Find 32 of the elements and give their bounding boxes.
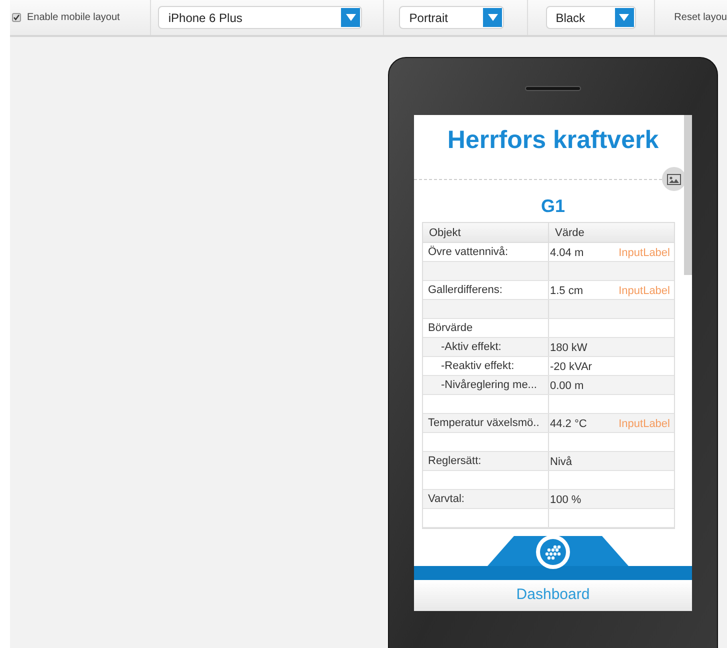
table-cell-text: -Nivåreglering me... (440, 378, 537, 393)
table-cell-text: Nivå (550, 455, 572, 470)
table-cell-text: -20 kVAr (550, 360, 592, 375)
app-title: Herrfors kraftverk (446, 125, 660, 155)
input-label: InputLabel (618, 284, 670, 299)
table-cell-text: Gallerdifferens: (427, 282, 502, 298)
table-cell-text: 4.04 m (550, 246, 584, 261)
table-cell-text: 44.2 °C (550, 417, 587, 432)
table-cell-text: Reglersätt: (427, 454, 482, 469)
image-icon[interactable] (662, 167, 686, 191)
table-cell-text: 180 kW (550, 341, 588, 356)
input-label: InputLabel (618, 246, 670, 261)
table-cell-text: -Aktiv effekt: (440, 340, 502, 355)
table-cell-text: Temperatur växelsmö.. (427, 416, 540, 431)
dropdown[interactable]: Black (546, 6, 636, 29)
table-cell-text: -Reaktiv effekt: (440, 358, 514, 374)
table-cell-text: Varvtal: (427, 492, 464, 507)
table-cell-text: 1.5 cm (550, 284, 584, 299)
dropdown[interactable]: Portrait (399, 6, 504, 29)
reset-layout-button[interactable]: Reset layou (674, 10, 727, 25)
speaker-slot (525, 86, 581, 91)
column-header: Värde (554, 226, 586, 241)
table-cell-text: Övre vattennivå: (427, 244, 508, 260)
table-cell-text: Börvärde (427, 320, 473, 336)
section-heading: G1 (540, 195, 566, 217)
dropdown[interactable]: iPhone 6 Plus (158, 6, 362, 29)
table-cell-text: 0.00 m (550, 379, 584, 394)
column-header: Objekt (423, 223, 549, 242)
checkbox-label: Enable mobile layout (27, 11, 120, 25)
checkbox[interactable] (12, 13, 21, 22)
table-cell-text: 100 % (550, 493, 582, 508)
input-label: InputLabel (618, 417, 670, 432)
